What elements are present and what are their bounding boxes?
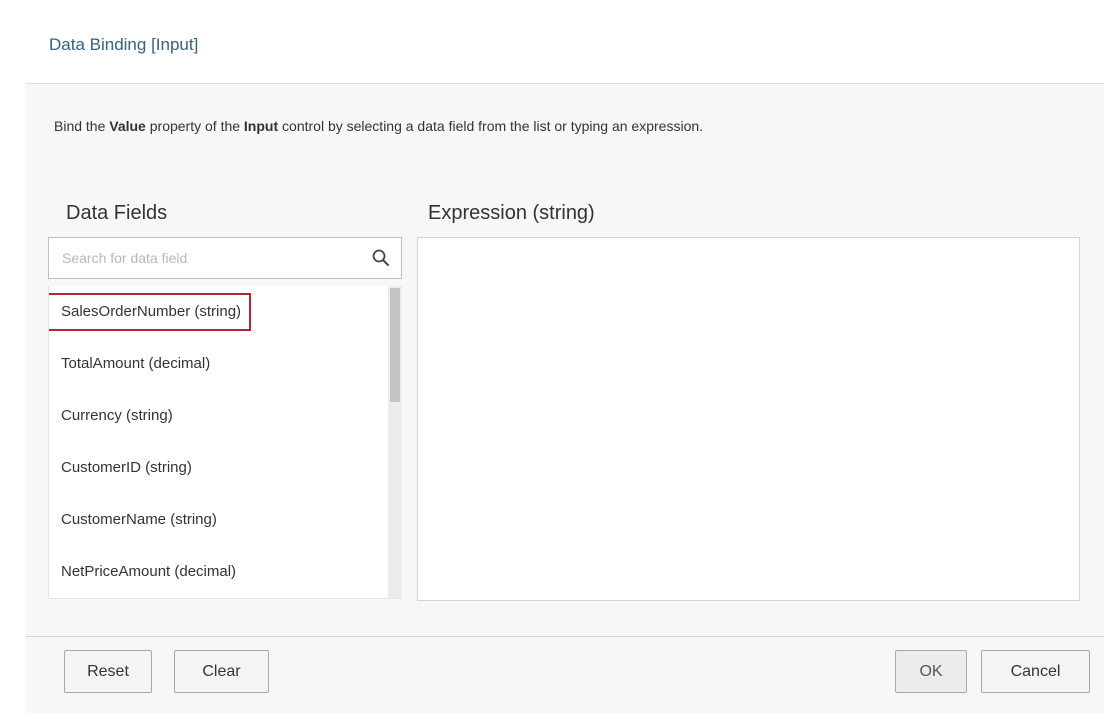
list-item-salesordernumber[interactable]: SalesOrderNumber (string) — [49, 286, 402, 338]
data-field-search — [48, 237, 402, 279]
list-item-label: SalesOrderNumber (string) — [49, 293, 252, 331]
list-item-currency[interactable]: Currency (string) — [49, 390, 402, 442]
ok-button[interactable]: OK — [895, 650, 967, 693]
list-item-customerid[interactable]: CustomerID (string) — [49, 442, 402, 494]
list-item-customername[interactable]: CustomerName (string) — [49, 494, 402, 546]
data-binding-dialog: Data Binding [Input] Bind the Value prop… — [26, 0, 1104, 713]
search-icon[interactable] — [371, 248, 391, 268]
footer-divider — [26, 636, 1104, 637]
instructions-text: Bind the Value property of the Input con… — [54, 118, 703, 134]
instructions-bold-input: Input — [243, 118, 279, 134]
reset-button[interactable]: Reset — [64, 650, 152, 693]
data-field-list[interactable]: SalesOrderNumber (string) TotalAmount (d… — [48, 286, 402, 599]
dialog-header: Data Binding [Input] — [26, 0, 1104, 84]
list-item-label: Currency (string) — [61, 407, 173, 424]
expression-heading: Expression (string) — [428, 202, 595, 224]
data-fields-heading: Data Fields — [66, 202, 168, 224]
list-item-label: NetPriceAmount (decimal) — [61, 563, 237, 580]
dialog-title: Data Binding [Input] — [49, 35, 199, 54]
cancel-button[interactable]: Cancel — [981, 650, 1090, 693]
instructions-part-2: property of the — [145, 118, 244, 134]
list-scrollbar[interactable] — [388, 286, 402, 598]
instructions-part-1: Bind the — [54, 118, 110, 134]
list-item-totalamount[interactable]: TotalAmount (decimal) — [49, 338, 402, 390]
instructions-bold-value: Value — [109, 118, 146, 134]
expression-editor[interactable] — [417, 237, 1080, 601]
clear-button[interactable]: Clear — [174, 650, 269, 693]
list-item-label: CustomerID (string) — [61, 459, 192, 476]
list-scrollbar-thumb[interactable] — [390, 288, 400, 402]
list-item-netpriceamount[interactable]: NetPriceAmount (decimal) — [49, 546, 402, 598]
instructions-part-3: control by selecting a data field from t… — [278, 118, 704, 134]
list-item-label: CustomerName (string) — [61, 511, 217, 528]
search-input[interactable] — [49, 238, 359, 278]
list-item-label: TotalAmount (decimal) — [61, 355, 211, 372]
